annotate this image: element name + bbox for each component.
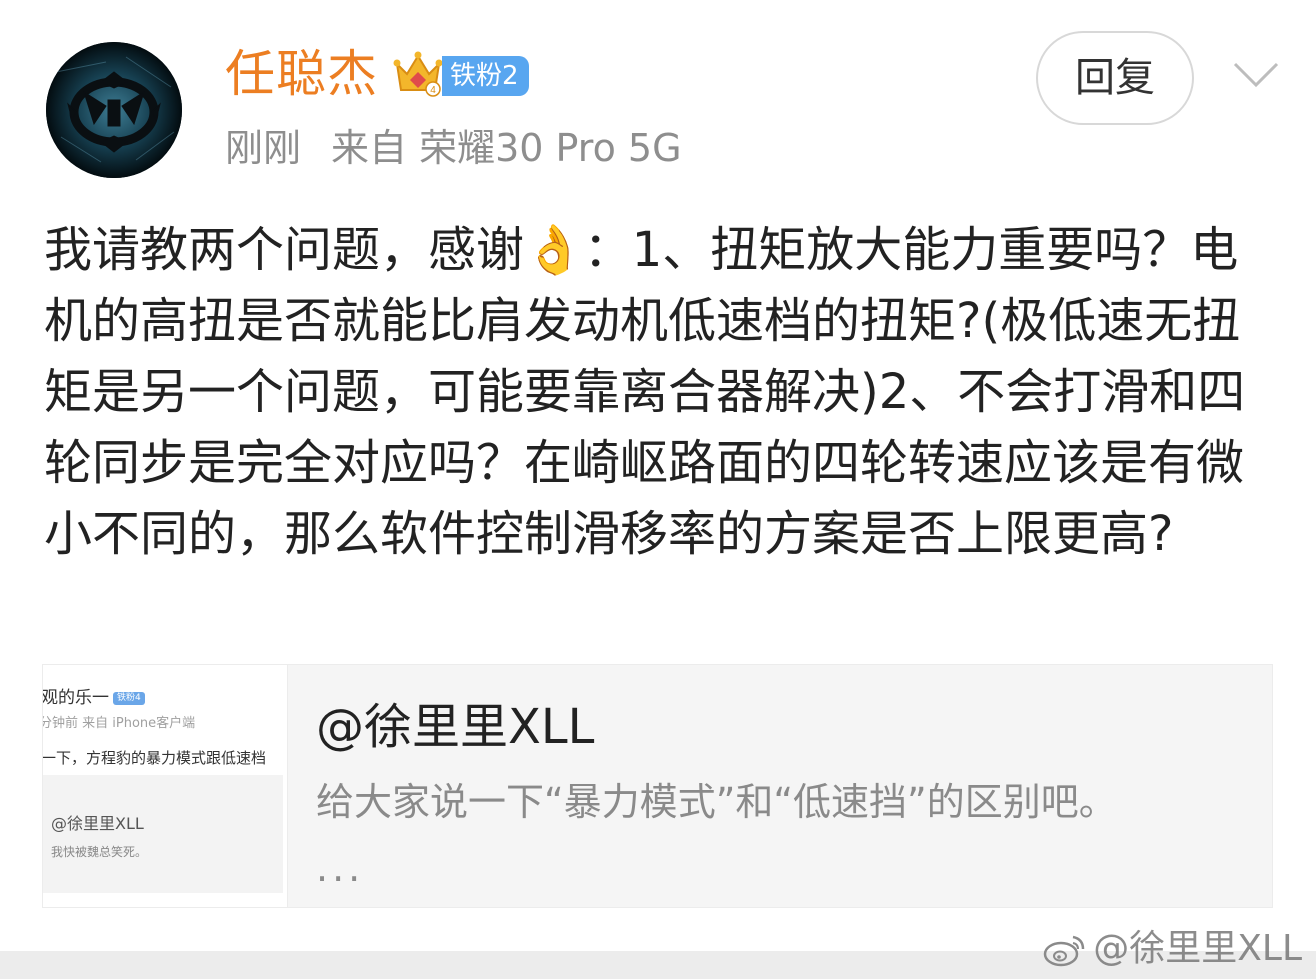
post-body: 我请教两个问题，感谢👌：1、扭矩放大能力重要吗？电机的高扭是否就能比肩发动机低速… [44, 222, 1246, 562]
thumbnail-quote-text: 我快被魏总笑死。 [51, 845, 148, 859]
shared-post-thumbnail: 观的乐一 铁粉4 分钟前 来自 iPhone客户端 一下，方程豹的暴力模式跟低速档… [43, 665, 288, 907]
thumbnail-badge: 铁粉4 [113, 691, 145, 705]
shared-post-title[interactable]: @徐里里XLL [316, 696, 594, 758]
thumbnail-user-row: 观的乐一 铁粉4 [43, 689, 145, 707]
post-source: 来自 荣耀30 Pro 5G [331, 126, 682, 170]
fan-badge[interactable]: 铁粉2 [442, 56, 529, 96]
watermark-text: @徐里里XLL [1093, 928, 1302, 969]
thumbnail-text: 一下，方程豹的暴力模式跟低速档 [43, 749, 267, 767]
post-meta: 刚刚 来自 荣耀30 Pro 5G [225, 122, 682, 174]
watermark: @徐里里XLL [1043, 926, 1302, 972]
avatar-image [46, 42, 182, 178]
crown-level: 4 [430, 85, 436, 96]
thumbnail-time: 分钟前 来自 iPhone客户端 [43, 716, 196, 731]
shared-post-description: 给大家说一下“暴力模式”和“低速挡”的区别吧。 [316, 780, 1117, 824]
thumbnail-user: 观的乐一 [43, 688, 109, 708]
weibo-comment-page: 任聪杰 4 铁粉2 刚刚 来自 荣耀30 Pro 5G 回复 我请教两个问题，感谢… [0, 0, 1316, 979]
shared-post-ellipsis: ... [316, 846, 365, 890]
post-time: 刚刚 [225, 126, 302, 170]
thumbnail-quote-box: @徐里里XLL 我快被魏总笑死。 [43, 775, 283, 893]
chevron-down-icon[interactable] [1232, 60, 1280, 90]
crown-icon: 4 [393, 51, 443, 97]
reply-button[interactable]: 回复 [1036, 31, 1194, 125]
avatar[interactable] [46, 42, 182, 178]
author-name[interactable]: 任聪杰 [225, 42, 378, 106]
weibo-logo-icon [1043, 935, 1085, 967]
thumbnail-quote-name: @徐里里XLL [51, 814, 144, 833]
